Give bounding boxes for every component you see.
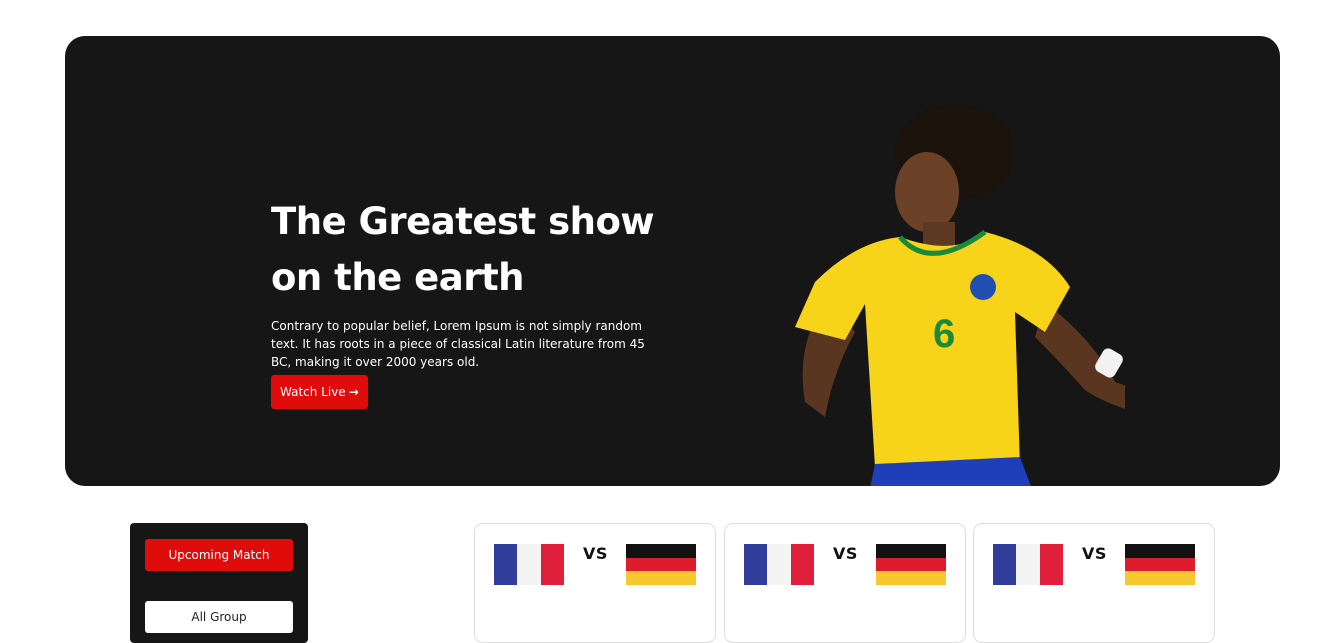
france-flag-icon bbox=[993, 544, 1063, 585]
hero-description: Contrary to popular belief, Lorem Ipsum … bbox=[271, 319, 645, 369]
upcoming-match-button[interactable]: Upcoming Match bbox=[145, 539, 293, 571]
vs-label: VS bbox=[583, 544, 608, 563]
germany-flag-icon bbox=[876, 544, 946, 586]
match-card[interactable]: VS bbox=[474, 523, 716, 643]
germany-flag-icon bbox=[1125, 544, 1195, 586]
germany-flag-icon bbox=[626, 544, 696, 586]
match-card[interactable]: VS bbox=[973, 523, 1215, 643]
match-filter-sidebar: Upcoming Match All Group bbox=[130, 523, 308, 643]
watch-live-label: Watch Live bbox=[280, 385, 346, 399]
vs-label: VS bbox=[833, 544, 858, 563]
france-flag-icon bbox=[744, 544, 814, 585]
hero-title: The Greatest show on the earth bbox=[271, 200, 655, 299]
hero-banner: The Greatest show on the earth Contrary … bbox=[65, 36, 1280, 486]
watch-live-button[interactable]: Watch Live → bbox=[271, 375, 368, 409]
football-player-image: 6 bbox=[795, 104, 1125, 486]
svg-text:6: 6 bbox=[933, 312, 955, 356]
match-card[interactable]: VS bbox=[724, 523, 966, 643]
arrow-right-icon: → bbox=[348, 385, 359, 399]
all-group-button[interactable]: All Group bbox=[145, 601, 293, 633]
vs-label: VS bbox=[1082, 544, 1107, 563]
france-flag-icon bbox=[494, 544, 564, 585]
